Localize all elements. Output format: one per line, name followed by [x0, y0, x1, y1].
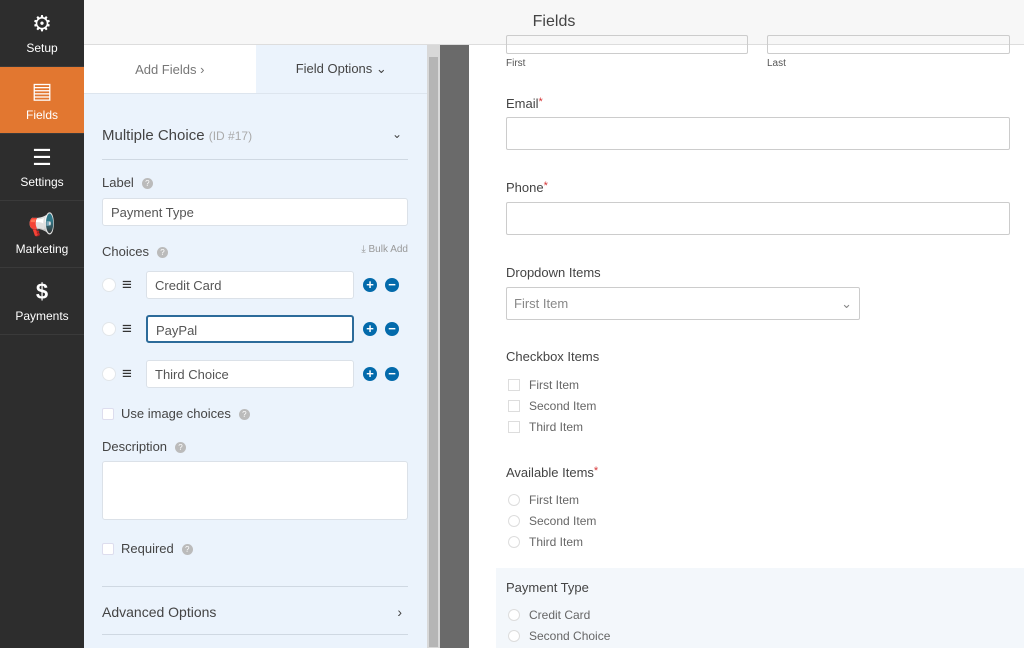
- choice-row: ≡ Credit Card + −: [102, 271, 408, 299]
- remove-choice-icon[interactable]: −: [385, 367, 399, 381]
- label-input[interactable]: Payment Type: [102, 198, 408, 226]
- choice-input[interactable]: PayPal: [146, 315, 354, 343]
- checkbox[interactable]: [102, 408, 114, 420]
- choice-row: ≡ PayPal + −: [102, 315, 408, 343]
- nav-marketing[interactable]: 📢 Marketing: [0, 201, 84, 268]
- checkbox[interactable]: [102, 543, 114, 555]
- field-section-header[interactable]: Multiple Choice (ID #17) ⌄: [102, 127, 408, 144]
- add-choice-icon[interactable]: +: [363, 278, 377, 292]
- advanced-options-toggle[interactable]: Advanced Options ›: [102, 604, 408, 620]
- chevron-down-icon: ⌄: [391, 127, 402, 141]
- remove-choice-icon[interactable]: −: [385, 322, 399, 336]
- chevron-down-icon: ⌄: [841, 296, 852, 311]
- help-icon[interactable]: ?: [175, 442, 187, 453]
- chevron-right-icon: ›: [397, 604, 402, 620]
- nav-settings[interactable]: ☰ Settings: [0, 134, 84, 201]
- bulk-add-link[interactable]: ⤓ Bulk Add: [361, 244, 408, 259]
- required-option[interactable]: Required?: [102, 541, 408, 556]
- tab-add-fields[interactable]: Add Fields ›: [84, 45, 256, 93]
- page-title: Fields: [532, 13, 576, 30]
- drag-handle-icon[interactable]: ≡: [122, 319, 144, 339]
- help-icon[interactable]: ?: [181, 544, 193, 555]
- choice-input[interactable]: Credit Card: [146, 271, 354, 299]
- radio-item[interactable]: Second Item: [508, 514, 596, 528]
- add-choice-icon[interactable]: +: [363, 367, 377, 381]
- radio-item[interactable]: Credit Card: [508, 608, 590, 622]
- default-radio[interactable]: [102, 278, 116, 292]
- remove-choice-icon[interactable]: −: [385, 278, 399, 292]
- dropdown-select[interactable]: First Item ⌄: [506, 287, 860, 320]
- checkbox-item[interactable]: Third Item: [508, 420, 583, 434]
- nav-payments[interactable]: $ Payments: [0, 268, 84, 335]
- drag-handle-icon[interactable]: ≡: [122, 275, 144, 295]
- phone-input[interactable]: [506, 202, 1010, 235]
- sliders-icon: ☰: [32, 144, 52, 170]
- email-input[interactable]: [506, 117, 1010, 150]
- gear-icon: ⚙: [32, 10, 52, 36]
- radio-item[interactable]: Second Choice: [508, 629, 610, 643]
- default-radio[interactable]: [102, 367, 116, 381]
- nav-setup[interactable]: ⚙ Setup: [0, 0, 84, 67]
- add-choice-icon[interactable]: +: [363, 322, 377, 336]
- use-image-choices[interactable]: Use image choices?: [102, 406, 408, 421]
- checkbox-item[interactable]: Second Item: [508, 399, 596, 413]
- form-preview: First Last Email* Phone* Dropdown Items …: [469, 35, 1024, 648]
- nav-fields[interactable]: ▤ Fields: [0, 67, 84, 134]
- first-name-input[interactable]: [506, 35, 748, 54]
- list-icon: ▤: [31, 77, 53, 103]
- help-icon[interactable]: ?: [238, 409, 250, 420]
- radio-item[interactable]: First Item: [508, 493, 579, 507]
- default-radio[interactable]: [102, 322, 116, 336]
- choice-input[interactable]: Third Choice: [146, 360, 354, 388]
- megaphone-icon: 📢: [28, 211, 56, 237]
- dollar-icon: $: [35, 278, 49, 304]
- help-icon[interactable]: ?: [156, 247, 168, 258]
- checkbox-item[interactable]: First Item: [508, 378, 579, 392]
- drag-handle-icon[interactable]: ≡: [122, 364, 144, 384]
- panel-scrollbar[interactable]: [427, 45, 440, 648]
- builder-sidebar: ⚙ Setup ▤ Fields ☰ Settings 📢 Marketing $ Pay…: [0, 0, 84, 648]
- field-options-panel: Add Fields › Field Options ⌄ Multiple Ch…: [84, 45, 427, 648]
- last-name-input[interactable]: [767, 35, 1010, 54]
- choice-row: ≡ Third Choice + −: [102, 360, 408, 388]
- description-textarea[interactable]: [102, 461, 408, 520]
- help-icon[interactable]: ?: [141, 178, 153, 189]
- radio-item[interactable]: Third Item: [508, 535, 583, 549]
- tab-field-options[interactable]: Field Options ⌄: [256, 45, 428, 93]
